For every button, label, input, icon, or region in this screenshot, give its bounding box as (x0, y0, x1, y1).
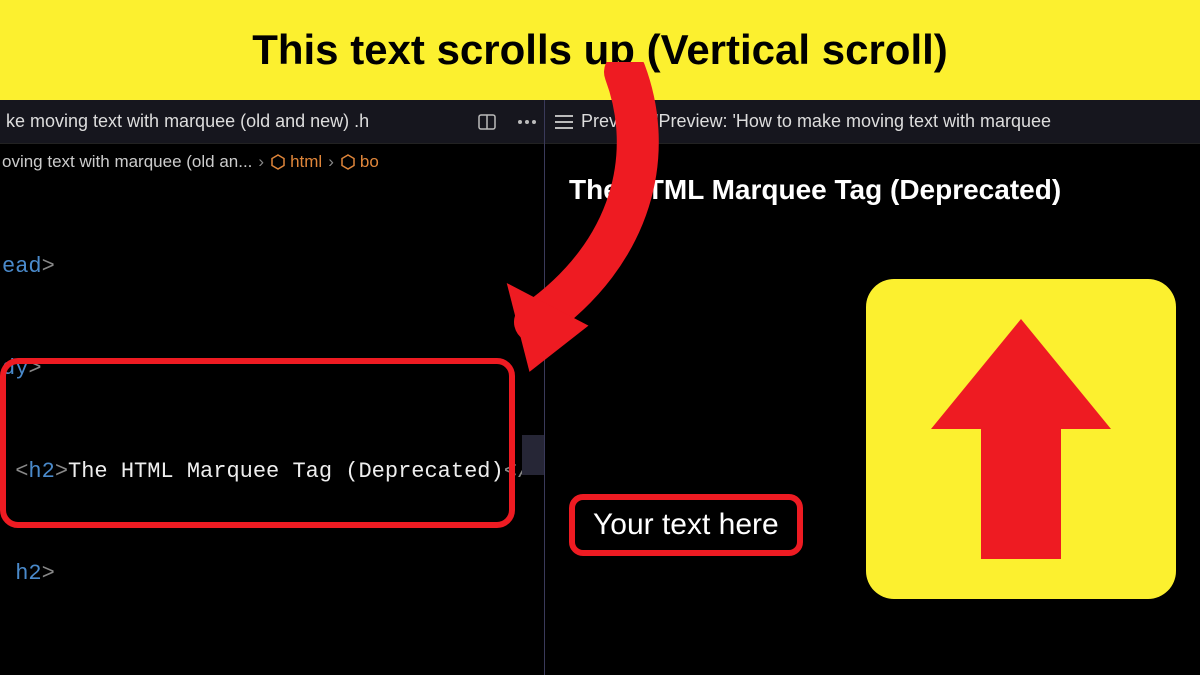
preview-heading: The HTML Marquee Tag (Deprecated) (569, 174, 1176, 206)
preview-pane: Preview: 'Preview: 'How to make moving t… (545, 100, 1200, 675)
breadcrumb-file: oving text with marquee (old an... (2, 152, 252, 172)
highlight-box-preview: Your text here (569, 494, 803, 556)
code-editor[interactable]: ead> dy> <h2>The HTML Marquee Tag (Depre… (0, 180, 544, 675)
preview-tabbar: Preview: 'Preview: 'How to make moving t… (545, 100, 1200, 144)
chevron-right-icon: › (328, 152, 334, 172)
breadcrumb[interactable]: oving text with marquee (old an... › htm… (0, 144, 544, 180)
editor-pane: ke moving text with marquee (old and new… (0, 100, 545, 675)
up-arrow-icon (921, 309, 1121, 569)
banner-text: This text scrolls up (Vertical scroll) (252, 26, 948, 74)
editor-tabbar: ke moving text with marquee (old and new… (0, 100, 544, 144)
preview-marquee-text: Your text here (593, 508, 779, 541)
preview-body: The HTML Marquee Tag (Deprecated) Your t… (545, 144, 1200, 675)
editor-tab[interactable]: ke moving text with marquee (old and new… (0, 111, 476, 132)
tab-action-icons (476, 111, 538, 133)
minimap[interactable] (522, 435, 544, 475)
main-split: ke moving text with marquee (old and new… (0, 100, 1200, 675)
breadcrumb-symbol-body[interactable]: bo (340, 152, 379, 172)
split-editor-icon[interactable] (476, 111, 498, 133)
breadcrumb-symbol-html[interactable]: html (270, 152, 322, 172)
more-actions-icon[interactable] (516, 111, 538, 133)
preview-menu-icon[interactable] (555, 115, 573, 129)
chevron-right-icon: › (258, 152, 264, 172)
banner: This text scrolls up (Vertical scroll) (0, 0, 1200, 100)
preview-tab-label[interactable]: Preview: 'Preview: 'How to make moving t… (581, 111, 1051, 132)
up-arrow-card (866, 279, 1176, 599)
